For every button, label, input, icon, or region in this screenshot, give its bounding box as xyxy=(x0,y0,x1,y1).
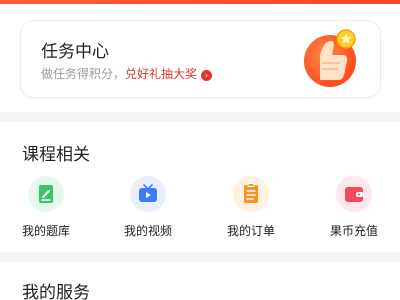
services-section: 我的服务 xyxy=(0,262,400,300)
grid-item-videos[interactable]: 我的视频 xyxy=(108,176,188,246)
task-center-promo-link[interactable]: 兑好礼抽大奖 xyxy=(125,67,197,81)
services-section-title: 我的服务 xyxy=(22,283,90,300)
grid-item-recharge[interactable]: 果币充值 xyxy=(314,176,394,246)
order-icon xyxy=(233,176,269,212)
task-center-section: 任务中心 做任务得积分，兑好礼抽大奖 › xyxy=(0,4,400,112)
task-center-subtitle: 做任务得积分，兑好礼抽大奖 › xyxy=(41,65,213,82)
grid-label-recharge: 果币充值 xyxy=(329,224,378,238)
thumbs-up-coin-icon xyxy=(304,29,356,87)
course-section: 课程相关 我的题库 我的视频 我的订单 果币充值 xyxy=(0,122,400,252)
grid-label-orders: 我的订单 xyxy=(226,224,275,238)
grid-label-question-bank: 我的题库 xyxy=(21,224,70,238)
task-center-title: 任务中心 xyxy=(41,42,109,62)
video-icon xyxy=(130,176,166,212)
task-center-card[interactable]: 任务中心 做任务得积分，兑好礼抽大奖 › xyxy=(20,20,381,98)
grid-label-videos: 我的视频 xyxy=(123,224,172,238)
course-section-title: 课程相关 xyxy=(22,145,90,165)
wallet-icon xyxy=(336,176,372,212)
task-center-subtitle-text: 做任务得积分， xyxy=(41,67,126,81)
question-bank-icon xyxy=(28,176,64,212)
grid-item-orders[interactable]: 我的订单 xyxy=(211,176,291,246)
grid-item-question-bank[interactable]: 我的题库 xyxy=(6,176,86,246)
chevron-right-icon: › xyxy=(201,70,213,81)
